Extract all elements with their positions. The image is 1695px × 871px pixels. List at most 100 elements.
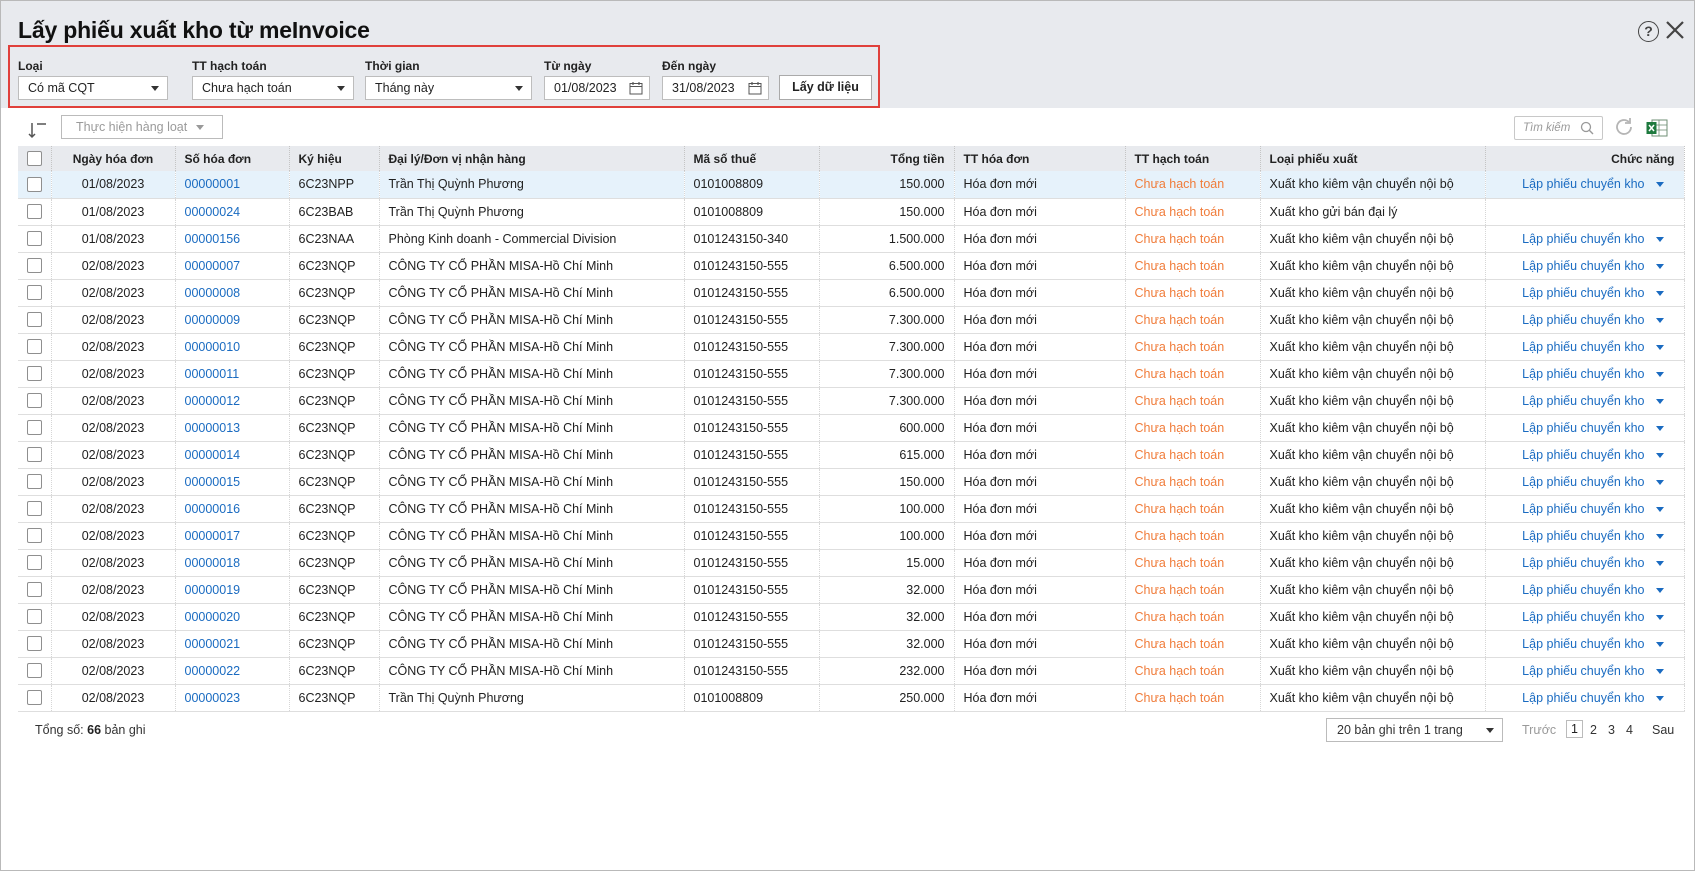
page-size-select[interactable]: 20 bản ghi trên 1 trang — [1326, 718, 1503, 742]
chevron-down-icon[interactable] — [1655, 317, 1664, 323]
table-row[interactable]: 01/08/2023 00000024 6C23BAB Trần Thị Quỳnh … — [18, 198, 1685, 226]
row-checkbox[interactable] — [26, 285, 42, 301]
chevron-down-icon[interactable] — [1655, 371, 1664, 377]
row-invoice-no[interactable]: 00000017 — [175, 522, 290, 550]
row-invoice-no[interactable]: 00000021 — [175, 630, 290, 658]
next-page-button[interactable]: Sau — [1652, 723, 1674, 737]
chevron-down-icon[interactable] — [1655, 695, 1664, 701]
tt-hach-toan-select[interactable]: Chưa hạch toán — [192, 76, 354, 100]
create-transfer-slip-link[interactable]: Lập phiếu chuyển kho — [1522, 340, 1644, 354]
create-transfer-slip-link[interactable]: Lập phiếu chuyển kho — [1522, 286, 1644, 300]
chevron-down-icon[interactable] — [1655, 479, 1664, 485]
row-checkbox[interactable] — [26, 474, 42, 490]
col-header-symbol[interactable]: Ký hiệu — [289, 146, 380, 171]
thoi-gian-select[interactable]: Tháng này — [365, 76, 532, 100]
col-header-tax-code[interactable]: Mã số thuế — [684, 146, 820, 171]
row-checkbox[interactable] — [26, 555, 42, 571]
create-transfer-slip-link[interactable]: Lập phiếu chuyển kho — [1522, 637, 1644, 651]
table-row[interactable]: 02/08/2023 00000023 6C23NQP Trần Thị Quỳnh … — [18, 684, 1685, 712]
table-row[interactable]: 02/08/2023 00000011 6C23NQP CÔNG TY CỔ PHẦN… — [18, 360, 1685, 388]
calendar-icon[interactable] — [748, 81, 762, 95]
row-invoice-no[interactable]: 00000009 — [175, 306, 290, 334]
row-checkbox[interactable] — [26, 528, 42, 544]
row-invoice-no[interactable]: 00000010 — [175, 333, 290, 361]
page-1-button[interactable]: 1 — [1566, 720, 1583, 738]
row-invoice-no[interactable]: 00000001 — [175, 171, 290, 199]
table-row[interactable]: 02/08/2023 00000008 6C23NQP CÔNG TY CỔ PHẦN… — [18, 279, 1685, 307]
row-invoice-no[interactable]: 00000156 — [175, 225, 290, 253]
create-transfer-slip-link[interactable]: Lập phiếu chuyển kho — [1522, 556, 1644, 570]
row-invoice-no[interactable]: 00000016 — [175, 495, 290, 523]
chevron-down-icon[interactable] — [1655, 506, 1664, 512]
row-checkbox[interactable] — [26, 258, 42, 274]
search-icon[interactable] — [1580, 121, 1594, 135]
table-row[interactable]: 02/08/2023 00000016 6C23NQP CÔNG TY CỔ PHẦN… — [18, 495, 1685, 523]
row-invoice-no[interactable]: 00000015 — [175, 468, 290, 496]
create-transfer-slip-link[interactable]: Lập phiếu chuyển kho — [1522, 232, 1644, 246]
row-invoice-no[interactable]: 00000024 — [175, 198, 290, 226]
table-row[interactable]: 01/08/2023 00000001 6C23NPP Trần Thị Quỳnh … — [18, 171, 1685, 199]
row-invoice-no[interactable]: 00000020 — [175, 603, 290, 631]
chevron-down-icon[interactable] — [1655, 425, 1664, 431]
page-4-button[interactable]: 4 — [1626, 723, 1633, 737]
tu-ngay-field[interactable]: 01/08/2023 — [544, 76, 650, 100]
chevron-down-icon[interactable] — [1655, 668, 1664, 674]
create-transfer-slip-link[interactable]: Lập phiếu chuyển kho — [1522, 664, 1644, 678]
row-checkbox[interactable] — [26, 447, 42, 463]
row-invoice-no[interactable]: 00000018 — [175, 549, 290, 577]
create-transfer-slip-link[interactable]: Lập phiếu chuyển kho — [1522, 177, 1644, 191]
create-transfer-slip-link[interactable]: Lập phiếu chuyển kho — [1522, 259, 1644, 273]
row-invoice-no[interactable]: 00000013 — [175, 414, 290, 442]
chevron-down-icon[interactable] — [1655, 398, 1664, 404]
row-checkbox[interactable] — [26, 420, 42, 436]
table-row[interactable]: 02/08/2023 00000010 6C23NQP CÔNG TY CỔ PHẦN… — [18, 333, 1685, 361]
fetch-data-button[interactable]: Lấy dữ liệu — [779, 75, 872, 100]
page-3-button[interactable]: 3 — [1608, 723, 1615, 737]
table-row[interactable]: 02/08/2023 00000015 6C23NQP CÔNG TY CỔ PHẦN… — [18, 468, 1685, 496]
create-transfer-slip-link[interactable]: Lập phiếu chuyển kho — [1522, 394, 1644, 408]
chevron-down-icon[interactable] — [1655, 236, 1664, 242]
row-checkbox[interactable] — [26, 501, 42, 517]
chevron-down-icon[interactable] — [1655, 614, 1664, 620]
row-checkbox[interactable] — [26, 231, 42, 247]
excel-icon[interactable] — [1646, 118, 1668, 138]
create-transfer-slip-link[interactable]: Lập phiếu chuyển kho — [1522, 610, 1644, 624]
row-invoice-no[interactable]: 00000012 — [175, 387, 290, 415]
row-invoice-no[interactable]: 00000014 — [175, 441, 290, 469]
row-checkbox[interactable] — [26, 176, 42, 192]
row-invoice-no[interactable]: 00000008 — [175, 279, 290, 307]
row-checkbox[interactable] — [26, 339, 42, 355]
col-header-accounting-status[interactable]: TT hạch toán — [1125, 146, 1261, 171]
chevron-down-icon[interactable] — [1655, 182, 1664, 188]
chevron-down-icon[interactable] — [1655, 641, 1664, 647]
row-invoice-no[interactable]: 00000011 — [175, 360, 290, 388]
col-header-date[interactable]: Ngày hóa đơn — [51, 146, 176, 171]
create-transfer-slip-link[interactable]: Lập phiếu chuyển kho — [1522, 691, 1644, 705]
chevron-down-icon[interactable] — [1655, 533, 1664, 539]
col-header-invoice-no[interactable]: Số hóa đơn — [175, 146, 290, 171]
create-transfer-slip-link[interactable]: Lập phiếu chuyển kho — [1522, 421, 1644, 435]
row-checkbox[interactable] — [26, 663, 42, 679]
create-transfer-slip-link[interactable]: Lập phiếu chuyển kho — [1522, 367, 1644, 381]
col-header-receiver[interactable]: Đại lý/Đơn vị nhận hàng — [379, 146, 685, 171]
row-checkbox[interactable] — [26, 690, 42, 706]
create-transfer-slip-link[interactable]: Lập phiếu chuyển kho — [1522, 313, 1644, 327]
row-checkbox[interactable] — [26, 393, 42, 409]
prev-page-button[interactable]: Trước — [1522, 723, 1556, 737]
page-2-button[interactable]: 2 — [1590, 723, 1597, 737]
table-row[interactable]: 02/08/2023 00000020 6C23NQP CÔNG TY CỔ PHẦN… — [18, 603, 1685, 631]
den-ngay-field[interactable]: 31/08/2023 — [662, 76, 769, 100]
loai-select[interactable]: Có mã CQT — [18, 76, 168, 100]
chevron-down-icon[interactable] — [1655, 344, 1664, 350]
refresh-icon[interactable] — [1613, 116, 1635, 138]
create-transfer-slip-link[interactable]: Lập phiếu chuyển kho — [1522, 502, 1644, 516]
table-row[interactable]: 02/08/2023 00000017 6C23NQP CÔNG TY CỔ PHẦN… — [18, 522, 1685, 550]
table-row[interactable]: 02/08/2023 00000019 6C23NQP CÔNG TY CỔ PHẦN… — [18, 576, 1685, 604]
table-row[interactable]: 02/08/2023 00000013 6C23NQP CÔNG TY CỔ PHẦN… — [18, 414, 1685, 442]
table-row[interactable]: 02/08/2023 00000022 6C23NQP CÔNG TY CỔ PHẦN… — [18, 657, 1685, 685]
row-checkbox[interactable] — [26, 609, 42, 625]
row-invoice-no[interactable]: 00000019 — [175, 576, 290, 604]
calendar-icon[interactable] — [629, 81, 643, 95]
close-icon[interactable] — [1664, 19, 1686, 41]
row-checkbox[interactable] — [26, 636, 42, 652]
